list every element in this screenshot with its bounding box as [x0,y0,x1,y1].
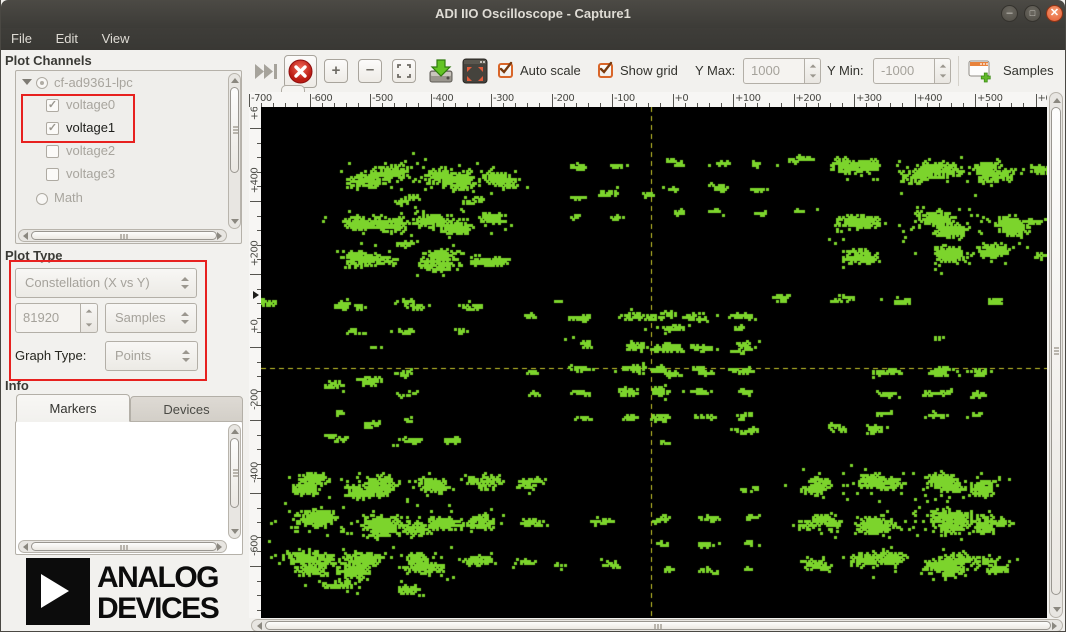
x-major-tick [854,94,855,107]
ymax-value: 1000 [751,59,780,83]
window-title: ADI IIO Oscilloscope - Capture1 [1,0,1065,27]
x-major-tick [370,94,371,107]
markers-vscrollbar[interactable] [228,424,241,539]
y-tick-label: -400 [250,453,261,493]
save-icon[interactable] [427,57,455,88]
zoom-fit-icon[interactable] [392,59,416,83]
x-major-tick [249,94,250,107]
y-tick-label: +400 [250,161,261,201]
new-plot-icon[interactable] [967,58,993,87]
x-major-tick [1036,94,1037,107]
analog-devices-wordmark: ANALOG DEVICES [97,562,218,624]
menu-bar: File Edit View [1,28,1065,50]
ymin-label: Y Min: [827,63,864,79]
menu-view[interactable]: View [92,28,140,50]
ymax-label: Y Max: [695,63,735,79]
y-major-tick [250,493,261,494]
y-major-tick [250,274,261,275]
ruler-position-marker [253,291,259,299]
plot-hscrollbar[interactable] [251,619,1063,632]
channels-annotation-box [21,94,135,143]
minimize-button[interactable]: – [1001,5,1018,22]
x-major-tick [552,94,553,107]
toolbar-separator [958,56,959,86]
y-major-tick [250,566,261,567]
maximize-button[interactable]: □ [1024,5,1041,22]
stop-capture-button[interactable] [284,55,317,88]
x-major-tick [491,94,492,107]
showgrid-label: Show grid [620,63,678,79]
tab-markers[interactable]: Markers [16,394,130,422]
y-tick-label: -600 [250,526,261,566]
plot-vscrollbar[interactable] [1049,92,1063,618]
logo-line2: DEVICES [97,593,218,624]
x-tick-label: +0 [675,93,689,104]
markers-list[interactable] [15,421,243,555]
ymax-spin-buttons[interactable] [805,58,821,84]
y-major-tick [250,128,261,129]
constellation-plot[interactable] [261,107,1047,618]
analog-devices-logo-icon [26,558,90,625]
y-tick-label: +0 [250,307,261,347]
voltage3-checkbox[interactable] [46,168,59,181]
x-major-tick [794,94,795,107]
ymax-spinbox[interactable]: 1000 [743,58,805,84]
ymin-value: -1000 [881,59,914,83]
tab-devices[interactable]: Devices [130,396,243,422]
x-axis-ruler: -700-600-500-400-300-200-100+0+100+200+3… [249,92,1047,107]
samples-label: Samples [1003,63,1054,79]
y-tick-label: +200 [250,234,261,274]
y-major-tick [250,420,261,421]
x-major-tick [310,94,311,107]
x-major-tick [431,94,432,107]
ymin-spin-buttons[interactable] [935,58,951,84]
close-button[interactable]: ✕ [1046,5,1063,22]
math-radio[interactable] [36,193,48,205]
x-major-tick [612,94,613,107]
tree-vscrollbar[interactable] [228,73,241,229]
zoom-in-icon[interactable]: + [324,59,348,83]
plot-channels-heading: Plot Channels [5,53,92,68]
tree-hscrollbar[interactable] [18,229,227,242]
title-bar[interactable]: ADI IIO Oscilloscope - Capture1 – □ ✕ [1,0,1065,29]
device-radio[interactable] [36,77,48,89]
ymin-spinbox[interactable]: -1000 [873,58,935,84]
x-tick-label: +600 [1038,93,1048,104]
markers-hscrollbar[interactable] [18,540,227,553]
logo-line1: ANALOG [97,562,218,593]
tree-channel-voltage2[interactable]: voltage2 [66,143,115,158]
autoscale-checkbox[interactable] [498,63,513,78]
autoscale-label: Auto scale [520,63,581,79]
x-major-tick [975,94,976,107]
x-major-tick [915,94,916,107]
y-tick-label: +600 [250,107,261,128]
capture-play-icon[interactable] [253,63,279,83]
y-major-tick [250,347,261,348]
menu-file[interactable]: File [1,28,42,50]
fullscreen-icon[interactable] [462,58,488,87]
menu-edit[interactable]: Edit [46,28,88,50]
plot-type-annotation-box [9,260,207,381]
y-axis-ruler: +600 +400 +200 +0 -200 -400 -600 [249,107,261,618]
tree-channel-voltage3[interactable]: voltage3 [66,166,115,181]
voltage2-checkbox[interactable] [46,145,59,158]
y-tick-label: -200 [250,380,261,420]
oscilloscope-window: ADI IIO Oscilloscope - Capture1 – □ ✕ Fi… [0,0,1066,632]
y-major-tick [250,201,261,202]
showgrid-checkbox[interactable] [598,63,613,78]
x-major-tick [673,94,674,107]
x-major-tick [733,94,734,107]
zoom-out-icon[interactable]: – [358,59,382,83]
expander-icon[interactable] [22,79,32,85]
tree-math-label[interactable]: Math [54,190,83,205]
tree-device-label[interactable]: cf-ad9361-lpc [54,75,133,90]
